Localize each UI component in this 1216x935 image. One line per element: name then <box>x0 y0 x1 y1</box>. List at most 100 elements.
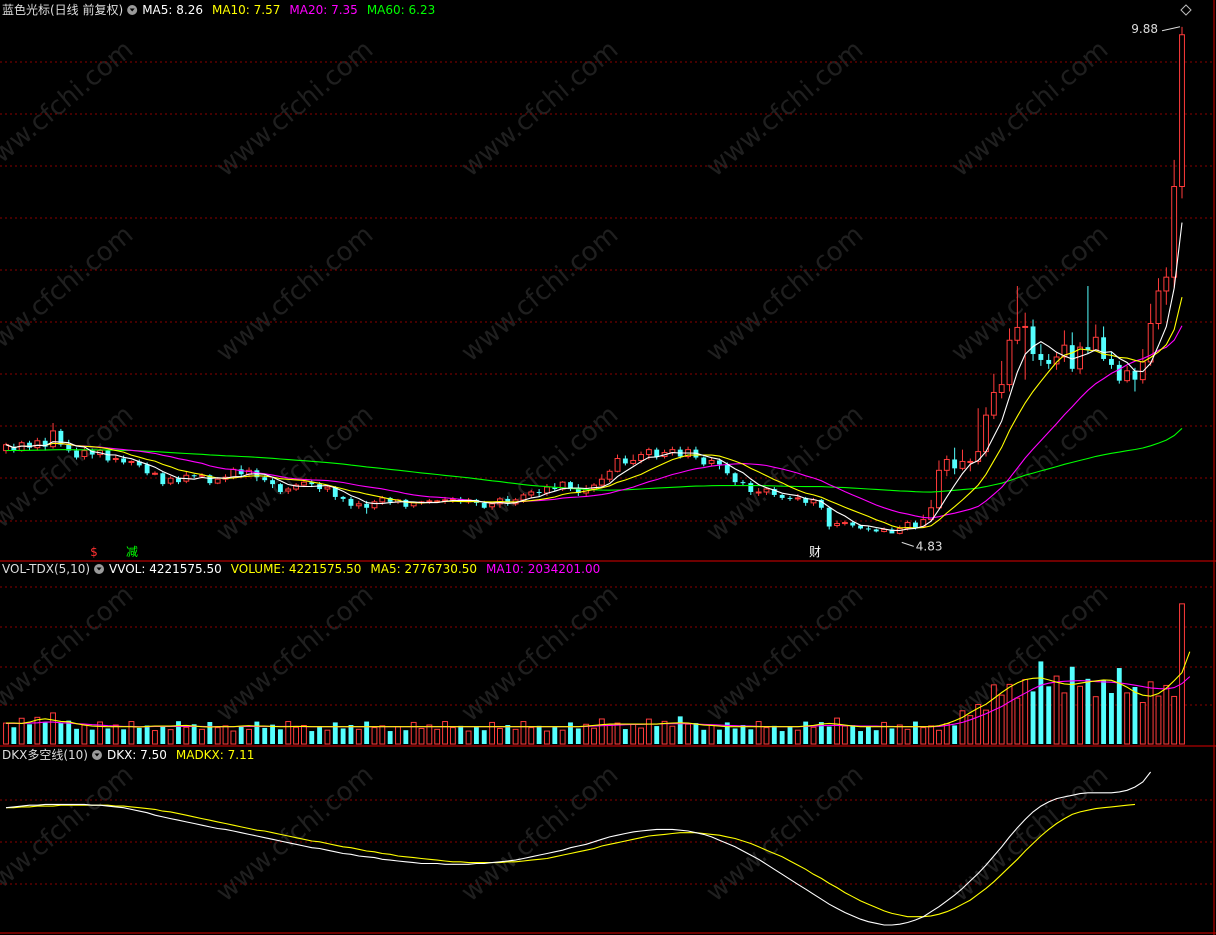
volume-bar <box>379 725 386 745</box>
candle-body <box>1038 354 1044 360</box>
candle-body <box>755 491 762 494</box>
dkx-header-value-0: DKX: 7.50 <box>107 748 167 762</box>
volume-bar <box>998 694 1005 745</box>
volume-bar <box>512 728 519 745</box>
volume-bar <box>238 726 244 744</box>
volume-bar <box>740 725 746 744</box>
volume-bar <box>58 722 64 744</box>
candle-body <box>1022 325 1029 328</box>
candle-body <box>379 497 386 503</box>
candle-body <box>740 482 746 484</box>
event-marker: 减 <box>126 545 138 559</box>
volume-bar <box>606 724 613 745</box>
volume-bar <box>214 727 221 745</box>
volume-bar <box>473 726 479 744</box>
volume-bar <box>975 704 982 745</box>
candle-body <box>285 488 292 492</box>
volume-bar <box>403 730 409 744</box>
volume-bar <box>952 725 958 744</box>
candle-body <box>317 484 323 490</box>
volume-bar <box>505 725 511 744</box>
volume-bar <box>763 727 770 745</box>
candle-body <box>1014 326 1021 341</box>
main-header-value-1: MA10: 7.57 <box>212 3 280 17</box>
volume-bar <box>199 728 205 745</box>
volume-bar <box>277 729 283 744</box>
dkx-header-value-1: MADKX: 7.11 <box>176 748 254 762</box>
candle-body <box>1092 336 1099 351</box>
main-header-value-3: MA60: 6.23 <box>367 3 435 17</box>
volume-bar <box>685 723 692 745</box>
candle-body <box>606 470 613 480</box>
volume-bar <box>66 720 72 744</box>
candle-body <box>128 460 135 463</box>
volume-bar <box>794 729 801 745</box>
candle-body <box>544 486 550 494</box>
volume-bar <box>787 726 793 744</box>
volume-bar <box>552 726 558 744</box>
volume-bar <box>881 721 888 745</box>
volume-bar <box>128 721 135 745</box>
volume-bar <box>841 725 848 745</box>
volume-bar <box>121 729 127 744</box>
volume-bar <box>1139 702 1146 745</box>
candle-body <box>1116 364 1122 381</box>
candle-body <box>630 459 637 464</box>
volume-bar <box>638 727 644 745</box>
volume-bar <box>559 729 566 745</box>
candle-body <box>850 522 856 526</box>
volume-header-value-1: VOLUME: 4221575.50 <box>231 562 362 576</box>
candle-body <box>865 528 871 530</box>
volume-bar <box>3 722 9 745</box>
volume-bar <box>1014 697 1021 745</box>
candle-body <box>34 440 41 449</box>
candle-body <box>645 449 652 456</box>
volume-bar <box>11 727 17 744</box>
volume-bar <box>865 726 871 744</box>
candle-body <box>913 522 918 528</box>
volume-bar <box>1085 678 1091 744</box>
volume-bar <box>167 729 174 745</box>
volume-bar <box>418 727 425 745</box>
volume-bar <box>850 725 856 744</box>
volume-bar <box>990 684 997 745</box>
volume-header-value-0: VVOL: 4221575.50 <box>109 562 222 576</box>
volume-bar <box>779 731 785 744</box>
volume-bar <box>669 725 676 745</box>
volume-bar <box>27 724 32 744</box>
candle-body <box>371 501 378 509</box>
volume-bar <box>262 727 268 744</box>
candle-body <box>300 481 307 486</box>
candle-body <box>1030 326 1036 355</box>
candle-body <box>160 473 166 485</box>
candle-body <box>654 449 660 457</box>
volume-bar <box>1109 693 1114 744</box>
volume-bar <box>364 721 370 744</box>
candle-body <box>364 503 370 508</box>
candle-body <box>967 460 974 463</box>
volume-bar <box>858 731 863 744</box>
volume-bar <box>183 726 190 745</box>
volume-bar <box>708 724 715 745</box>
volume-bar <box>983 709 989 745</box>
volume-bar <box>496 727 503 745</box>
candle-body <box>779 494 785 498</box>
candle-body <box>1124 370 1131 382</box>
candle-body <box>998 384 1005 393</box>
volume-bar <box>677 716 683 744</box>
candle-body <box>348 498 354 506</box>
candle-body <box>834 523 840 527</box>
volume-bar <box>528 727 535 745</box>
candle-body <box>426 500 433 503</box>
volume-bar <box>1006 683 1013 745</box>
volume-bar <box>285 721 292 745</box>
candle-body <box>489 503 496 508</box>
candle-body <box>81 450 88 458</box>
candle-body <box>1163 276 1170 292</box>
volume-bar <box>630 723 637 745</box>
volume-bar <box>136 727 142 744</box>
candle-body <box>959 460 966 469</box>
volume-bar <box>89 729 95 744</box>
volume-bar <box>1022 679 1029 745</box>
volume-bar <box>904 728 911 745</box>
